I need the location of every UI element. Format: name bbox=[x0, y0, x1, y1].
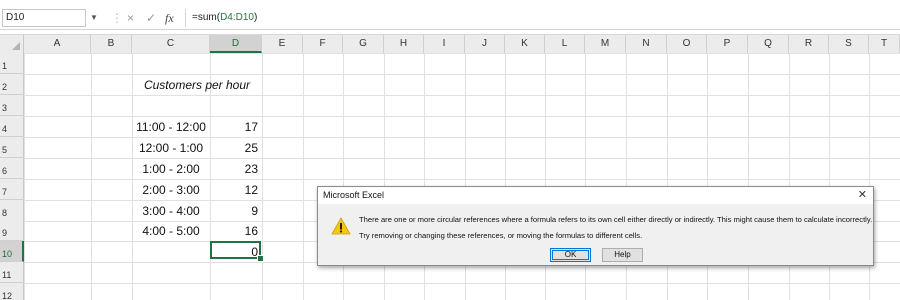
dialog-message-primary: There are one or more circular reference… bbox=[359, 215, 873, 224]
column-headers: ABCDEFGHIJKLMNOPQRST bbox=[0, 34, 900, 54]
column-header-b[interactable]: B bbox=[91, 35, 132, 53]
formula-bar-grip-icon: ⋮ bbox=[111, 11, 123, 25]
cell-time-range[interactable]: 11:00 - 12:00 bbox=[132, 117, 210, 138]
select-all-button[interactable] bbox=[0, 35, 24, 53]
row-header-8[interactable]: 8 bbox=[0, 200, 24, 221]
column-header-s[interactable]: S bbox=[829, 35, 869, 53]
insert-function-icon[interactable]: fx bbox=[165, 10, 174, 26]
row-header-9[interactable]: 9 bbox=[0, 220, 24, 241]
cell-time-range[interactable]: 3:00 - 4:00 bbox=[132, 201, 210, 222]
cell-time-range[interactable]: 2:00 - 3:00 bbox=[132, 180, 210, 201]
column-header-d[interactable]: D bbox=[210, 35, 262, 53]
formula-prefix: =sum( bbox=[192, 12, 221, 23]
formula-suffix: ) bbox=[253, 12, 258, 23]
row-header-2[interactable]: 2 bbox=[0, 74, 24, 95]
row-header-11[interactable]: 11 bbox=[0, 262, 24, 283]
active-cell-border[interactable] bbox=[210, 241, 261, 259]
column-header-r[interactable]: R bbox=[789, 35, 829, 53]
cell-time-range[interactable]: 4:00 - 5:00 bbox=[132, 221, 210, 242]
cell-customer-count[interactable]: 25 bbox=[210, 138, 262, 159]
row-header-1[interactable]: 1 bbox=[0, 53, 24, 74]
column-header-e[interactable]: E bbox=[262, 35, 303, 53]
dialog-message-secondary: Try removing or changing these reference… bbox=[359, 231, 643, 240]
column-header-i[interactable]: I bbox=[424, 35, 465, 53]
column-header-f[interactable]: F bbox=[303, 35, 343, 53]
row-header-7[interactable]: 7 bbox=[0, 179, 24, 200]
row-header-4[interactable]: 4 bbox=[0, 116, 24, 137]
column-header-c[interactable]: C bbox=[132, 35, 210, 53]
warning-icon bbox=[331, 217, 351, 235]
fill-handle[interactable] bbox=[257, 255, 264, 262]
formula-bar: D10 ▼ ⋮ × ✓ fx =sum(D4:D10) bbox=[0, 0, 900, 30]
enter-check-icon[interactable]: ✓ bbox=[146, 10, 156, 26]
cell-customer-count[interactable]: 9 bbox=[210, 201, 262, 222]
dialog-title: Microsoft Excel bbox=[323, 190, 385, 200]
column-header-o[interactable]: O bbox=[667, 35, 707, 53]
column-header-j[interactable]: J bbox=[465, 35, 505, 53]
cell-customer-count[interactable]: 17 bbox=[210, 117, 262, 138]
row-header-10[interactable]: 10 bbox=[0, 241, 24, 262]
row-header-5[interactable]: 5 bbox=[0, 137, 24, 158]
column-header-g[interactable]: G bbox=[343, 35, 384, 53]
help-button[interactable]: Help bbox=[602, 248, 643, 262]
column-header-q[interactable]: Q bbox=[748, 35, 789, 53]
column-header-m[interactable]: M bbox=[585, 35, 626, 53]
column-header-p[interactable]: P bbox=[707, 35, 748, 53]
cell-c2-title[interactable]: Customers per hour bbox=[132, 75, 262, 96]
cancel-icon[interactable]: × bbox=[127, 10, 134, 26]
column-header-t[interactable]: T bbox=[869, 35, 900, 53]
chevron-down-icon[interactable]: ▼ bbox=[90, 10, 98, 26]
column-header-k[interactable]: K bbox=[505, 35, 545, 53]
column-header-n[interactable]: N bbox=[626, 35, 667, 53]
row-header-3[interactable]: 3 bbox=[0, 95, 24, 116]
row-header-12[interactable]: 12 bbox=[0, 283, 24, 300]
cell-customer-count[interactable]: 12 bbox=[210, 180, 262, 201]
select-all-triangle-icon bbox=[12, 42, 20, 50]
circular-reference-dialog: Microsoft Excel ✕ There are one or more … bbox=[317, 186, 874, 266]
column-header-h[interactable]: H bbox=[384, 35, 424, 53]
row-header-6[interactable]: 6 bbox=[0, 158, 24, 179]
cell-customer-count[interactable]: 23 bbox=[210, 159, 262, 180]
formula-range-reference: D4:D10 bbox=[220, 12, 254, 23]
cell-time-range[interactable]: 1:00 - 2:00 bbox=[132, 159, 210, 180]
ok-button[interactable]: OK bbox=[550, 248, 591, 262]
excel-window: D10 ▼ ⋮ × ✓ fx =sum(D4:D10) ABCDEFGHIJKL… bbox=[0, 0, 900, 300]
dialog-titlebar[interactable]: Microsoft Excel ✕ bbox=[318, 187, 873, 204]
name-box[interactable]: D10 bbox=[2, 9, 86, 27]
formula-input[interactable]: =sum(D4:D10) bbox=[185, 9, 900, 27]
column-header-l[interactable]: L bbox=[545, 35, 585, 53]
cell-customer-count[interactable]: 16 bbox=[210, 221, 262, 242]
close-icon[interactable]: ✕ bbox=[858, 188, 867, 202]
column-header-a[interactable]: A bbox=[24, 35, 91, 53]
cell-time-range[interactable]: 12:00 - 1:00 bbox=[132, 138, 210, 159]
grid-row-line bbox=[24, 283, 900, 284]
